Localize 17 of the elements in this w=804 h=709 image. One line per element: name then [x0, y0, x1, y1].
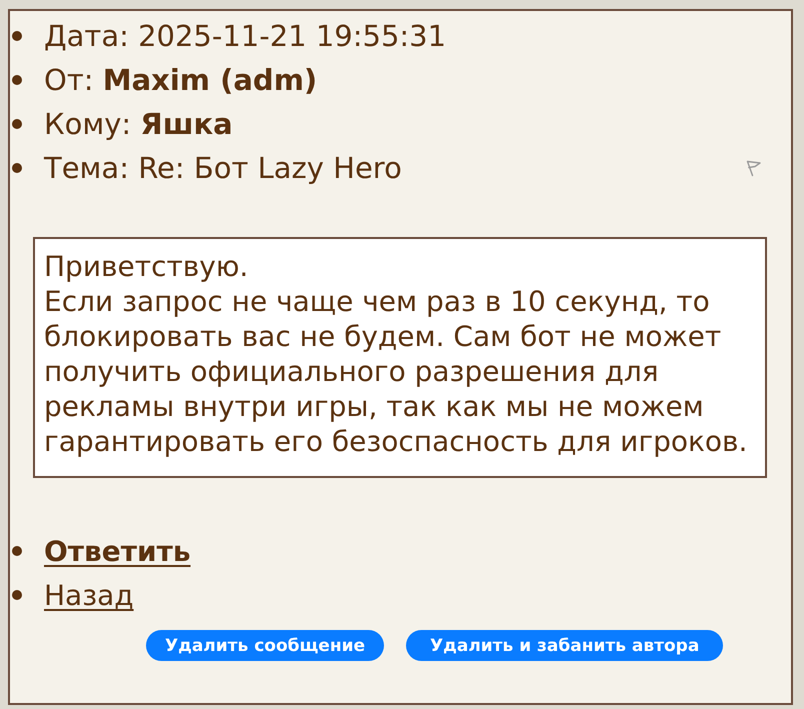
delete-button[interactable]: Удалить сообщение — [146, 630, 384, 661]
message-text: Если запрос не чаще чем раз в 10 секунд, то блокировать вас не будем. Сам бот не может получить официального разрешения для рекламы внутри игры, так как мы не можем гарантировать его безоспасность для игроков. — [44, 284, 748, 459]
message-greeting: Приветствую. — [44, 249, 250, 284]
header-field: От: Maxim (adm) — [44, 63, 318, 97]
flag-icon[interactable] — [745, 159, 762, 177]
bullet-icon — [12, 119, 22, 129]
delete-button[interactable]: Удалить и забанить автора — [406, 630, 724, 661]
header-field: Кому: Яшка — [44, 107, 233, 141]
header-field: Тема: Re: Бот Lazy Hero — [44, 151, 402, 185]
bullet-icon — [12, 590, 22, 600]
bullet-icon — [12, 31, 22, 41]
action-link[interactable]: Назад — [44, 578, 134, 612]
bullet-icon — [12, 546, 22, 556]
action-link[interactable]: Ответить — [44, 534, 191, 568]
bullet-icon — [12, 75, 22, 85]
bullet-icon — [12, 163, 22, 173]
header-field: Дата: 2025-11-21 19:55:31 — [44, 19, 446, 53]
